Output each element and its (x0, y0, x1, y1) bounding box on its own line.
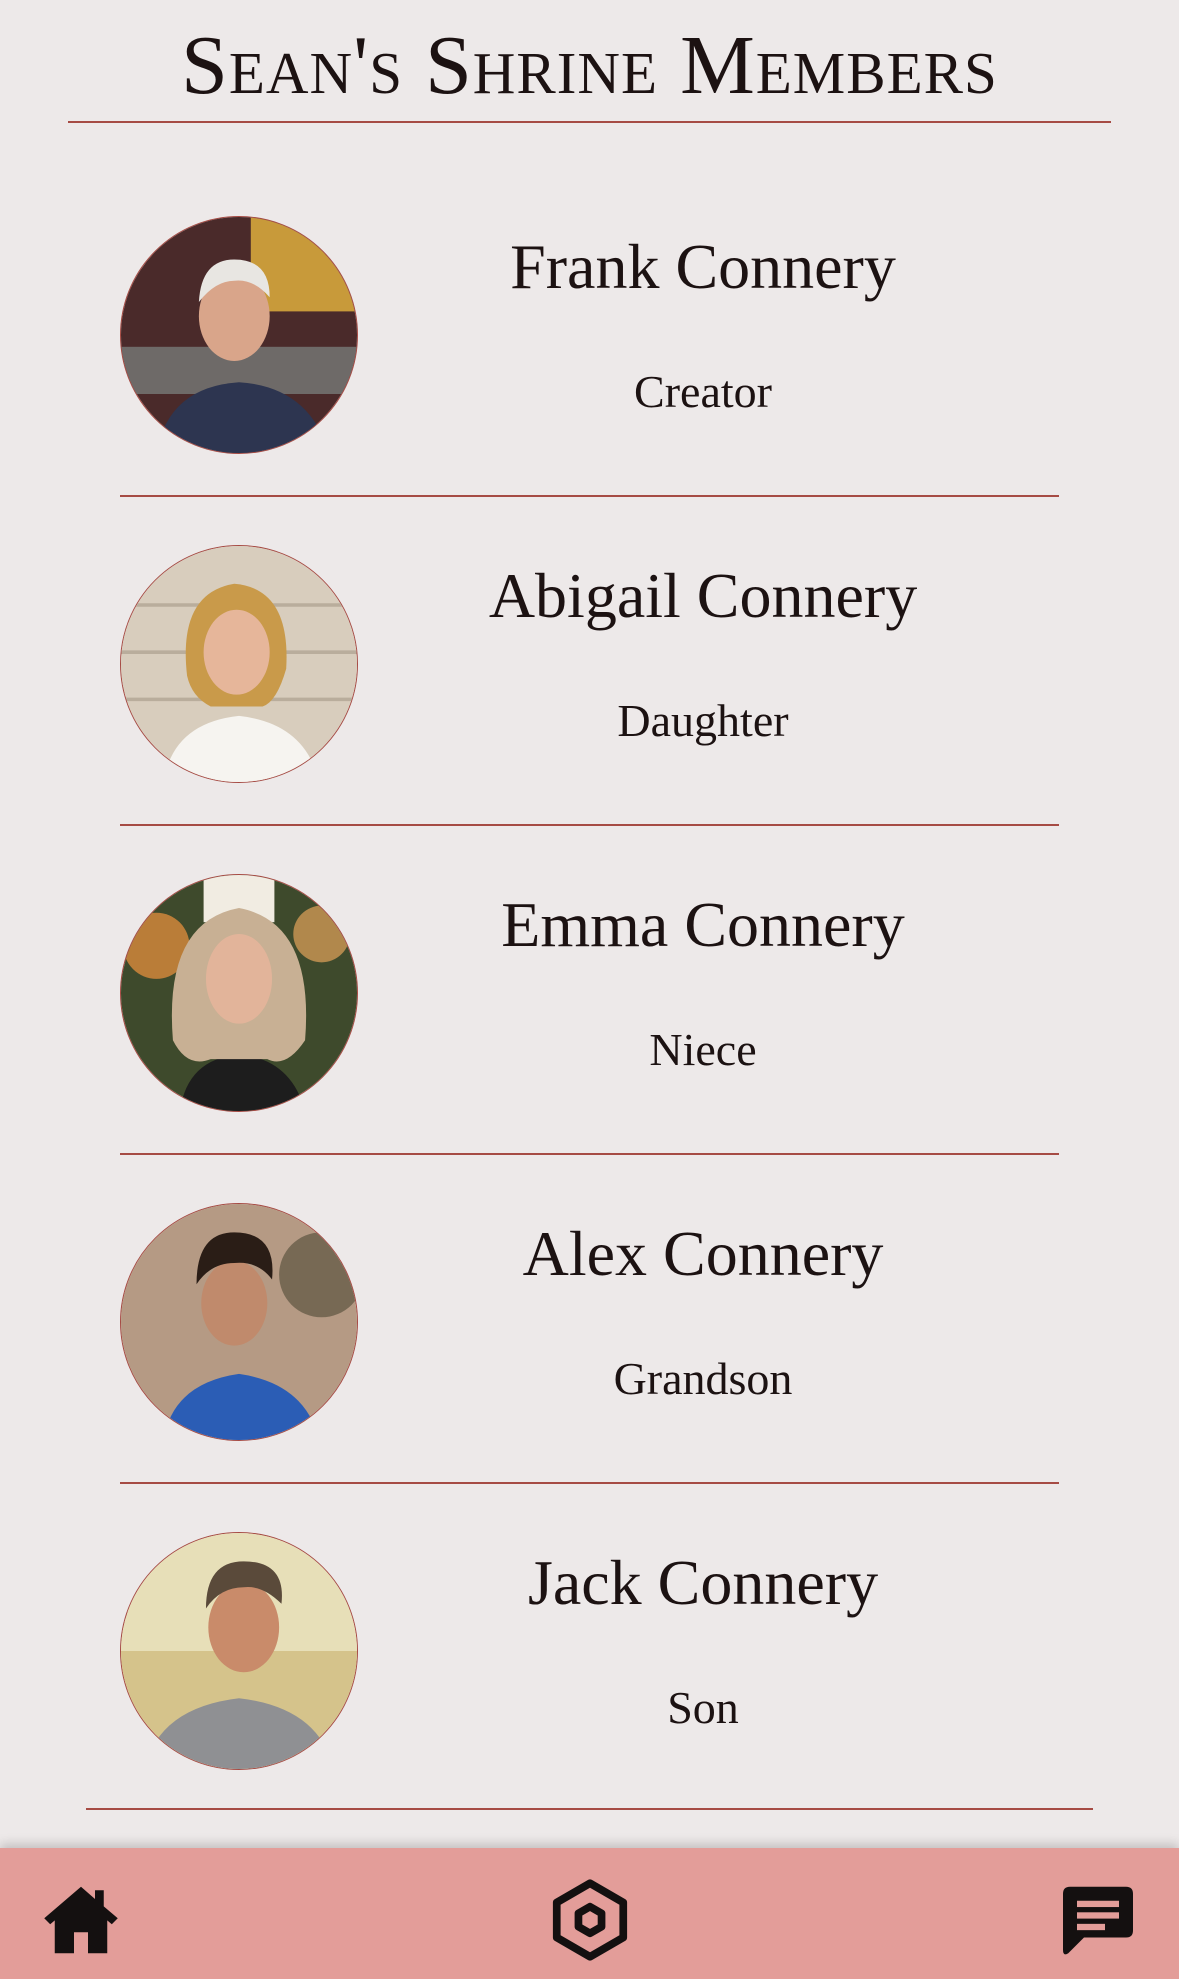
chat-button[interactable] (1056, 1878, 1140, 1962)
hexagon-icon (548, 1878, 632, 1962)
avatar[interactable] (120, 874, 358, 1112)
title-divider (68, 121, 1111, 123)
member-role: Son (667, 1682, 739, 1733)
avatar[interactable] (120, 216, 358, 454)
member-name: Alex Connery (522, 1218, 884, 1289)
member-role: Niece (649, 1024, 757, 1075)
list-end-divider (86, 1808, 1093, 1810)
member-name: Frank Connery (510, 231, 896, 302)
member-role: Creator (634, 366, 772, 417)
member-name: Jack Connery (527, 1547, 879, 1618)
member-role: Grandson (613, 1353, 793, 1404)
member-row[interactable]: Jack Connery Son (0, 1484, 1179, 1813)
avatar[interactable] (120, 545, 358, 783)
bottom-navbar (0, 1848, 1179, 1979)
home-icon (39, 1878, 123, 1962)
avatar[interactable] (120, 1532, 358, 1770)
member-row[interactable]: Emma Connery Niece (0, 826, 1179, 1155)
member-row[interactable]: Alex Connery Grandson (0, 1155, 1179, 1484)
member-role: Daughter (617, 695, 789, 746)
member-name: Emma Connery (501, 889, 905, 960)
member-row[interactable]: Frank Connery Creator (0, 168, 1179, 497)
page-title: Sean's Shrine Members (181, 19, 998, 112)
member-name: Abigail Connery (488, 560, 918, 631)
hexagon-button[interactable] (548, 1878, 632, 1962)
home-button[interactable] (39, 1878, 123, 1962)
chat-icon (1056, 1878, 1140, 1962)
avatar[interactable] (120, 1203, 358, 1441)
page-header: Sean's Shrine Members (0, 0, 1179, 124)
member-row[interactable]: Abigail Connery Daughter (0, 497, 1179, 826)
